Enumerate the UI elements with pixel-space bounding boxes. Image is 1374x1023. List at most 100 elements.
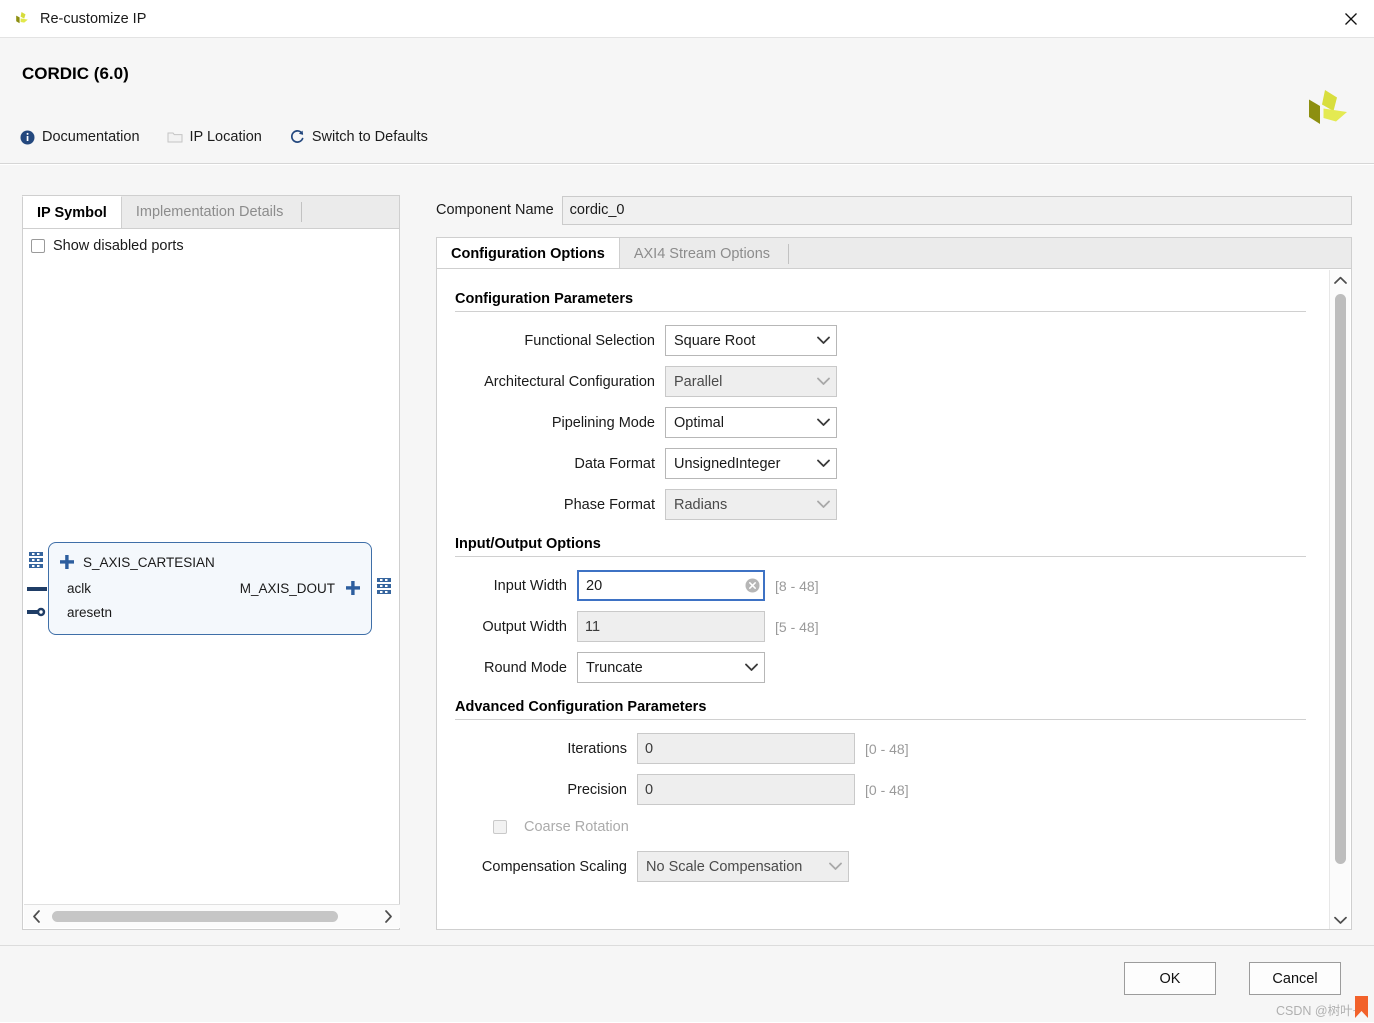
ip-location-label: IP Location bbox=[189, 129, 262, 145]
chevron-down-icon bbox=[810, 449, 836, 478]
field-value: 11 bbox=[585, 618, 601, 635]
section-divider bbox=[455, 556, 1306, 557]
field-value: 0 bbox=[645, 781, 654, 798]
coarse-rotation-label: Coarse Rotation bbox=[524, 819, 629, 835]
dropdown-value: No Scale Compensation bbox=[646, 858, 803, 875]
component-name-input[interactable]: cordic_0 bbox=[561, 195, 1352, 225]
iterations-field[interactable]: 0 bbox=[637, 733, 855, 764]
cancel-button[interactable]: Cancel bbox=[1249, 962, 1341, 995]
port-label-aresetn: aresetn bbox=[67, 605, 113, 620]
chevron-down-icon bbox=[810, 408, 836, 437]
field-pipelining-mode: Pipelining Mode Optimal bbox=[455, 407, 1330, 438]
tab-implementation-details[interactable]: Implementation Details bbox=[122, 196, 298, 228]
vscroll-thumb[interactable] bbox=[1334, 294, 1346, 864]
section-heading: Advanced Configuration Parameters bbox=[455, 699, 707, 715]
expand-bus-in-icon[interactable] bbox=[59, 554, 75, 570]
tab-implementation-details-label: Implementation Details bbox=[135, 204, 284, 220]
field-round-mode: Round Mode Truncate bbox=[455, 652, 1330, 683]
chevron-down-icon bbox=[822, 852, 848, 881]
config-tab-separator bbox=[788, 243, 790, 264]
documentation-label: Documentation bbox=[42, 129, 140, 145]
chevron-down-icon bbox=[738, 653, 764, 682]
field-precision: Precision 0 [0 - 48] bbox=[455, 774, 1330, 805]
field-label: Compensation Scaling bbox=[481, 858, 627, 875]
field-value: 20 bbox=[586, 577, 603, 594]
input-width-field[interactable]: 20 bbox=[577, 570, 765, 601]
ok-button[interactable]: OK bbox=[1124, 962, 1216, 995]
precision-field[interactable]: 0 bbox=[637, 774, 855, 805]
field-data-format: Data Format UnsignedInteger bbox=[455, 448, 1330, 479]
input-width-range: [8 - 48] bbox=[775, 577, 819, 594]
scroll-left-arrow-icon[interactable] bbox=[24, 905, 48, 929]
field-iterations: Iterations 0 [0 - 48] bbox=[455, 733, 1330, 764]
output-width-field[interactable]: 11 bbox=[577, 611, 765, 642]
scroll-right-arrow-icon[interactable] bbox=[376, 905, 400, 929]
close-icon[interactable] bbox=[1328, 0, 1374, 38]
switch-to-defaults-label: Switch to Defaults bbox=[311, 129, 428, 145]
hscroll-thumb[interactable] bbox=[52, 911, 338, 922]
ip-symbol-canvas: Show disabled ports S_AXIS_CARTESIAN acl… bbox=[22, 228, 400, 930]
vscroll-track[interactable] bbox=[1330, 290, 1351, 910]
ip-location-button[interactable]: IP Location bbox=[162, 126, 266, 148]
section-heading: Configuration Parameters bbox=[455, 291, 634, 307]
section-advanced-configuration-parameters: Advanced Configuration Parameters Iterat… bbox=[455, 699, 1330, 882]
dropdown-value: Truncate bbox=[586, 659, 643, 676]
dialog-footer: OK Cancel bbox=[0, 945, 1374, 1022]
page-title: CORDIC (6.0) bbox=[22, 64, 129, 83]
dialog-body: IP Symbol Implementation Details Show di… bbox=[0, 165, 1374, 945]
dropdown-value: Parallel bbox=[674, 373, 723, 390]
tab-axi4-stream-options[interactable]: AXI4 Stream Options bbox=[620, 238, 784, 269]
port-label-m-axis-dout: M_AXIS_DOUT bbox=[239, 581, 335, 596]
expand-bus-out-icon[interactable] bbox=[345, 580, 361, 596]
field-phase-format: Phase Format Radians bbox=[455, 489, 1330, 520]
config-vertical-scrollbar[interactable] bbox=[1329, 270, 1351, 929]
compensation-scaling-dropdown[interactable]: No Scale Compensation bbox=[637, 851, 849, 882]
field-compensation-scaling: Compensation Scaling No Scale Compensati… bbox=[455, 851, 1330, 882]
data-format-dropdown[interactable]: UnsignedInteger bbox=[665, 448, 837, 479]
hscroll-track[interactable] bbox=[48, 911, 376, 922]
tab-configuration-options[interactable]: Configuration Options bbox=[436, 238, 620, 269]
section-heading: Input/Output Options bbox=[455, 536, 601, 552]
ip-symbol-panel: IP Symbol Implementation Details Show di… bbox=[22, 195, 400, 930]
field-architectural-configuration: Architectural Configuration Parallel bbox=[455, 366, 1330, 397]
clock-pin-icon bbox=[27, 587, 47, 591]
info-icon bbox=[18, 128, 36, 146]
left-tab-strip: IP Symbol Implementation Details bbox=[22, 195, 400, 228]
chevron-down-icon bbox=[810, 367, 836, 396]
field-label: Input Width bbox=[493, 577, 567, 594]
architectural-configuration-dropdown[interactable]: Parallel bbox=[665, 366, 837, 397]
window-title: Re-customize IP bbox=[40, 10, 147, 27]
reset-pin-icon bbox=[27, 605, 49, 619]
port-label-aclk: aclk bbox=[67, 581, 92, 596]
ip-symbol-horizontal-scrollbar[interactable] bbox=[24, 904, 400, 928]
section-configuration-parameters: Configuration Parameters Functional Sele… bbox=[455, 291, 1330, 520]
scroll-down-arrow-icon[interactable] bbox=[1330, 910, 1351, 929]
tab-separator bbox=[301, 202, 303, 222]
field-label: Iterations bbox=[567, 740, 627, 757]
scroll-up-arrow-icon[interactable] bbox=[1330, 270, 1351, 290]
switch-to-defaults-button[interactable]: Switch to Defaults bbox=[284, 126, 432, 148]
field-label: Output Width bbox=[482, 618, 567, 635]
watermark-text: CSDN @树叶~ bbox=[1276, 1004, 1360, 1018]
ip-symbol-block[interactable]: S_AXIS_CARTESIAN aclk aresetn M_AXIS_DOU… bbox=[27, 542, 391, 635]
field-input-width: Input Width 20 [8 - 48] bbox=[455, 570, 1330, 601]
round-mode-dropdown[interactable]: Truncate bbox=[577, 652, 765, 683]
folder-icon bbox=[166, 128, 184, 146]
clear-icon[interactable] bbox=[741, 572, 763, 599]
refresh-icon bbox=[288, 128, 306, 146]
config-form: Configuration Parameters Functional Sele… bbox=[437, 269, 1330, 929]
tab-ip-symbol-label: IP Symbol bbox=[37, 204, 107, 221]
phase-format-dropdown[interactable]: Radians bbox=[665, 489, 837, 520]
tab-ip-symbol[interactable]: IP Symbol bbox=[22, 196, 122, 228]
field-value: 0 bbox=[645, 740, 654, 757]
show-disabled-ports-checkbox[interactable]: Show disabled ports bbox=[31, 238, 184, 254]
xilinx-logo-icon bbox=[12, 9, 32, 29]
pipelining-mode-dropdown[interactable]: Optimal bbox=[665, 407, 837, 438]
window-title-bar: Re-customize IP bbox=[0, 0, 1374, 38]
show-disabled-ports-label: Show disabled ports bbox=[53, 238, 184, 254]
documentation-button[interactable]: Documentation bbox=[14, 126, 144, 148]
checkbox-box bbox=[31, 239, 45, 253]
coarse-rotation-checkbox[interactable]: Coarse Rotation bbox=[455, 815, 1330, 839]
functional-selection-dropdown[interactable]: Square Root bbox=[665, 325, 837, 356]
header-toolbar: Documentation IP Location Switch to Defa… bbox=[14, 126, 450, 148]
